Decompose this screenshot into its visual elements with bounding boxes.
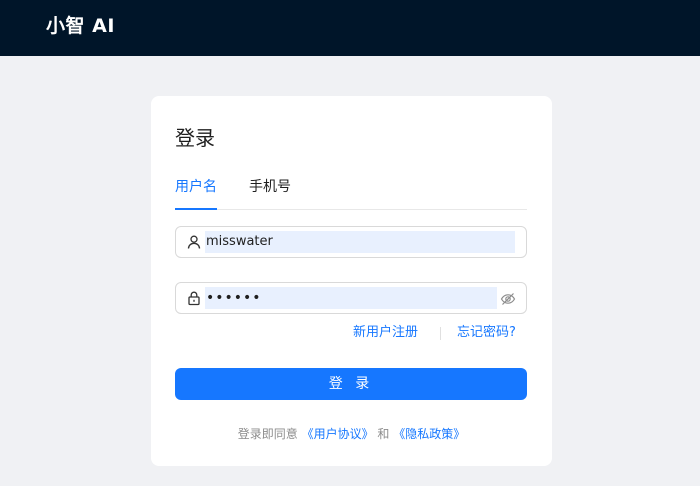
user-icon xyxy=(186,234,202,250)
link-divider xyxy=(440,327,441,340)
active-tab-indicator xyxy=(175,208,217,210)
tab-phone[interactable]: 手机号 xyxy=(249,176,291,210)
page-title: 登录 xyxy=(175,126,215,150)
register-link[interactable]: 新用户注册 xyxy=(353,323,418,343)
forgot-password-link[interactable]: 忘记密码? xyxy=(457,323,516,343)
brand-logo[interactable]: 小智 AI xyxy=(46,14,115,38)
tab-username[interactable]: 用户名 xyxy=(175,176,217,210)
login-button[interactable]: 登 录 xyxy=(175,368,527,400)
username-input[interactable]: misswater xyxy=(206,232,273,252)
agreement-prefix: 登录即同意 xyxy=(237,427,302,441)
password-input[interactable]: •••••• xyxy=(206,288,262,308)
terms-link[interactable]: 《用户协议》 xyxy=(302,427,374,441)
privacy-link[interactable]: 《隐私政策》 xyxy=(393,427,465,441)
login-card: 登录 用户名 手机号 misswater •••••• 新用户注册 忘记密码? … xyxy=(151,96,552,466)
eye-invisible-icon[interactable] xyxy=(500,291,516,307)
agreement-and: 和 xyxy=(373,427,394,441)
lock-icon xyxy=(186,290,202,306)
username-field[interactable]: misswater xyxy=(175,226,527,258)
top-bar: 小智 AI xyxy=(0,0,700,56)
agreement-text: 登录即同意 《用户协议》 和 《隐私政策》 xyxy=(151,425,552,443)
password-field[interactable]: •••••• xyxy=(175,282,527,314)
login-tabs: 用户名 手机号 xyxy=(175,176,527,210)
